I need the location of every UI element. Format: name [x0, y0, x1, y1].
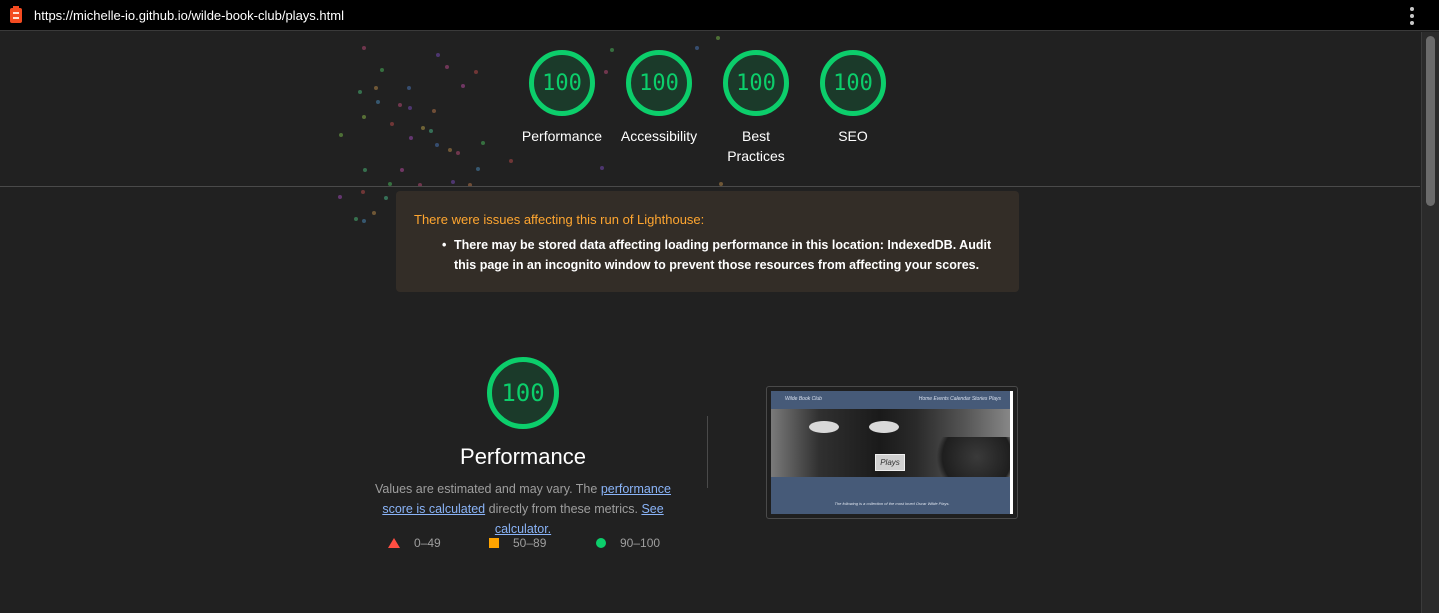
- score-gauges: 100 Performance 100 Accessibility 100 Be…: [0, 50, 1420, 180]
- gauge-score: 100: [736, 70, 776, 96]
- lighthouse-icon: [10, 6, 22, 23]
- thumbnail-hero-image: Plays: [771, 409, 1013, 477]
- score-legend: 0–49 50–89 90–100: [0, 536, 1420, 556]
- gauge-label: Performance: [521, 128, 603, 144]
- desc-prefix: Values are estimated and may vary. The: [375, 482, 601, 496]
- legend-pass: 90–100: [596, 536, 660, 550]
- gauge-score: 100: [833, 70, 873, 96]
- thumbnail-caption: The following is a collection of the mos…: [834, 501, 950, 506]
- runtime-warning-box: There were issues affecting this run of …: [396, 191, 1019, 292]
- mask-eye-left: [809, 421, 839, 433]
- gauge-ring: 100: [820, 50, 886, 116]
- square-icon: [489, 538, 499, 548]
- leaves-decoration: [923, 437, 1013, 477]
- desc-middle: directly from these metrics.: [485, 502, 642, 516]
- performance-score: 100: [501, 379, 545, 407]
- gauge-score: 100: [542, 70, 582, 96]
- url-text[interactable]: https://michelle-io.github.io/wilde-book…: [34, 8, 344, 23]
- legend-label: 0–49: [414, 536, 441, 550]
- warning-list: There may be stored data affecting loadi…: [414, 235, 1001, 275]
- kebab-menu-icon[interactable]: [1405, 7, 1419, 25]
- legend-fail: 0–49: [388, 536, 441, 550]
- gauge-seo[interactable]: 100 SEO: [798, 50, 908, 146]
- gauge-performance[interactable]: 100 Performance: [507, 50, 617, 146]
- gauge-label: SEO: [838, 128, 868, 144]
- gauge-label: Accessibility: [620, 128, 698, 144]
- thumbnail-page: Wilde Book Club Home Events Calendar Sto…: [771, 391, 1013, 514]
- gauge-label: Best Practices: [727, 128, 785, 164]
- mask-eye-right: [869, 421, 899, 433]
- legend-label: 90–100: [620, 536, 661, 550]
- gauge-score: 100: [639, 70, 679, 96]
- triangle-icon: [388, 538, 400, 548]
- gauge-ring: 100: [626, 50, 692, 116]
- thumbnail-scrollbar: [1010, 391, 1013, 514]
- circle-icon: [596, 538, 606, 548]
- gauge-ring: 100: [723, 50, 789, 116]
- url-bar: https://michelle-io.github.io/wilde-book…: [0, 0, 1439, 31]
- scrollbar-thumb[interactable]: [1426, 36, 1435, 206]
- thumbnail-navbar: Wilde Book Club Home Events Calendar Sto…: [771, 391, 1013, 409]
- thumbnail-brand: Wilde Book Club: [785, 396, 822, 402]
- warning-title: There were issues affecting this run of …: [414, 212, 705, 227]
- performance-title: Performance: [460, 444, 586, 469]
- performance-gauge: 100: [487, 357, 559, 429]
- final-screenshot-thumbnail[interactable]: Wilde Book Club Home Events Calendar Sto…: [766, 386, 1018, 519]
- vertical-separator: [707, 416, 708, 488]
- thumbnail-plays-badge: Plays: [875, 454, 905, 471]
- gauge-best-practices[interactable]: 100 Best Practices: [701, 50, 811, 166]
- legend-average: 50–89: [489, 536, 546, 550]
- performance-description: Values are estimated and may vary. The p…: [358, 479, 688, 539]
- gauge-ring: 100: [529, 50, 595, 116]
- vertical-scrollbar[interactable]: [1421, 32, 1439, 613]
- header-divider: [0, 186, 1420, 187]
- thumbnail-nav-links: Home Events Calendar Stories Plays: [918, 396, 1001, 402]
- gauge-accessibility[interactable]: 100 Accessibility: [604, 50, 714, 146]
- legend-label: 50–89: [513, 536, 547, 550]
- warning-item: There may be stored data affecting loadi…: [442, 235, 1001, 275]
